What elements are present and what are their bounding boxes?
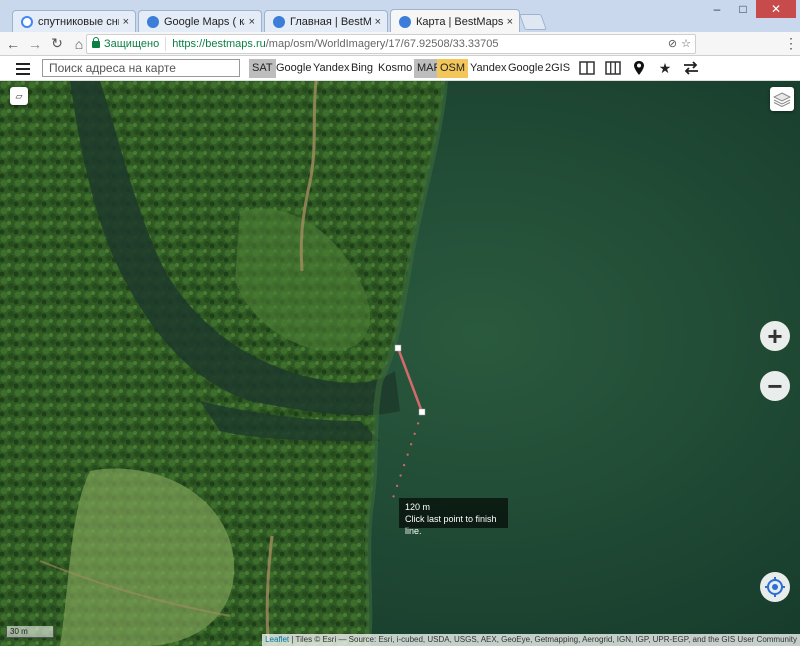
split-two-columns-icon[interactable] xyxy=(578,60,596,76)
measure-guide-line xyxy=(391,411,423,502)
scale-bar: 30 m xyxy=(6,626,54,638)
location-blocked-icon[interactable]: ⊘ xyxy=(668,37,677,50)
sat-mode-button[interactable]: SAT xyxy=(249,59,276,78)
reload-icon[interactable]: ↻ xyxy=(48,35,66,53)
measure-vertex[interactable] xyxy=(418,408,426,416)
secure-label: Защищено xyxy=(104,38,160,50)
measure-distance: 120 m xyxy=(405,502,431,512)
split-three-columns-icon[interactable] xyxy=(604,60,622,76)
tab-title: Google Maps ( карты Go xyxy=(164,15,245,28)
url-text: https://bestmaps.ru/map/osm/WorldImagery… xyxy=(166,38,498,50)
route-arrows-icon[interactable] xyxy=(682,60,700,76)
crosshair-icon xyxy=(765,577,785,597)
browser-tab-strip: спутниковые снимки - Г × Google Maps ( к… xyxy=(0,0,800,33)
map-google-button[interactable]: Google xyxy=(505,59,546,78)
map-pin-icon[interactable] xyxy=(630,60,648,76)
close-tab-icon[interactable]: × xyxy=(249,16,255,28)
back-arrow-icon[interactable]: ← xyxy=(4,35,22,53)
browser-tab-google-maps[interactable]: Google Maps ( карты Go × xyxy=(138,10,262,32)
close-tab-icon[interactable]: × xyxy=(123,16,129,28)
hamburger-menu-icon[interactable] xyxy=(16,63,30,75)
sat-yandex-button[interactable]: Yandex xyxy=(310,59,353,78)
tab-title: Главная | BestMaps - спу xyxy=(290,15,371,28)
maximize-icon[interactable]: □ xyxy=(730,0,756,18)
address-bar: ← → ↻ ⌂ Защищено https://bestmaps.ru/map… xyxy=(0,32,800,82)
map-osm-button[interactable]: OSM xyxy=(437,59,469,78)
google-favicon-icon xyxy=(21,15,33,28)
security-indicator[interactable]: Защищено xyxy=(87,36,167,51)
minimize-icon[interactable]: – xyxy=(704,0,730,18)
window-controls: – □ ✕ xyxy=(704,0,796,18)
forward-arrow-icon[interactable]: → xyxy=(26,35,44,53)
satellite-map[interactable]: ▱ + − 120 m Click last point to finish l… xyxy=(0,81,800,646)
sat-google-button[interactable]: Google xyxy=(273,59,314,78)
measure-line xyxy=(396,347,424,413)
address-search-input[interactable] xyxy=(42,59,240,77)
ruler-tool-icon[interactable]: ▱ xyxy=(10,87,28,105)
leaflet-link[interactable]: Leaflet xyxy=(265,635,289,644)
measure-overlay xyxy=(391,344,426,502)
close-window-icon[interactable]: ✕ xyxy=(756,0,796,18)
bestmaps-favicon-icon xyxy=(147,15,159,28)
bestmaps-favicon-icon xyxy=(399,15,411,28)
bestmaps-favicon-icon xyxy=(273,15,285,28)
url-field[interactable]: Защищено https://bestmaps.ru/map/osm/Wor… xyxy=(86,34,696,54)
sat-kosmo-button[interactable]: Kosmo xyxy=(375,59,415,78)
measure-hint: Click last point to finish line. xyxy=(405,514,497,536)
locate-me-button[interactable] xyxy=(760,572,790,602)
url-path: /map/osm/WorldImagery/17/67.92508/33.337… xyxy=(265,38,499,50)
zoom-out-button[interactable]: − xyxy=(760,371,790,401)
zoom-in-button[interactable]: + xyxy=(760,321,790,351)
attribution-text: | Tiles © Esri — Source: Esri, i-cubed, … xyxy=(289,635,797,644)
browser-tab-bestmaps-map[interactable]: Карта | BestMaps - спут × xyxy=(390,9,520,33)
measure-tooltip: 120 m Click last point to finish line. xyxy=(399,498,508,536)
browser-tab-google-search[interactable]: спутниковые снимки - Г × xyxy=(12,10,136,32)
bookmark-star-icon[interactable]: ☆ xyxy=(681,37,691,50)
map-attribution: Leaflet | Tiles © Esri — Source: Esri, i… xyxy=(262,634,800,646)
tab-title: Карта | BestMaps - спут xyxy=(416,15,503,28)
url-host: https://bestmaps.ru xyxy=(172,38,266,50)
favorites-star-icon[interactable]: ★ xyxy=(656,60,674,76)
map-toolbar: SAT Google Yandex Bing Kosmo MAP OSM Yan… xyxy=(0,56,800,81)
layers-icon[interactable] xyxy=(770,87,794,111)
map-2gis-button[interactable]: 2GIS xyxy=(542,59,573,78)
close-tab-icon[interactable]: × xyxy=(375,16,381,28)
measure-vertex[interactable] xyxy=(394,344,402,352)
close-tab-icon[interactable]: × xyxy=(507,16,513,28)
tab-title: спутниковые снимки - Г xyxy=(38,15,119,28)
browser-tab-bestmaps-home[interactable]: Главная | BestMaps - спу × xyxy=(264,10,388,32)
map-yandex-button[interactable]: Yandex xyxy=(467,59,510,78)
new-tab-button[interactable] xyxy=(519,14,547,30)
menu-dots-icon[interactable]: ⋮ xyxy=(782,35,800,53)
sat-bing-button[interactable]: Bing xyxy=(348,59,376,78)
lock-icon xyxy=(92,36,100,48)
